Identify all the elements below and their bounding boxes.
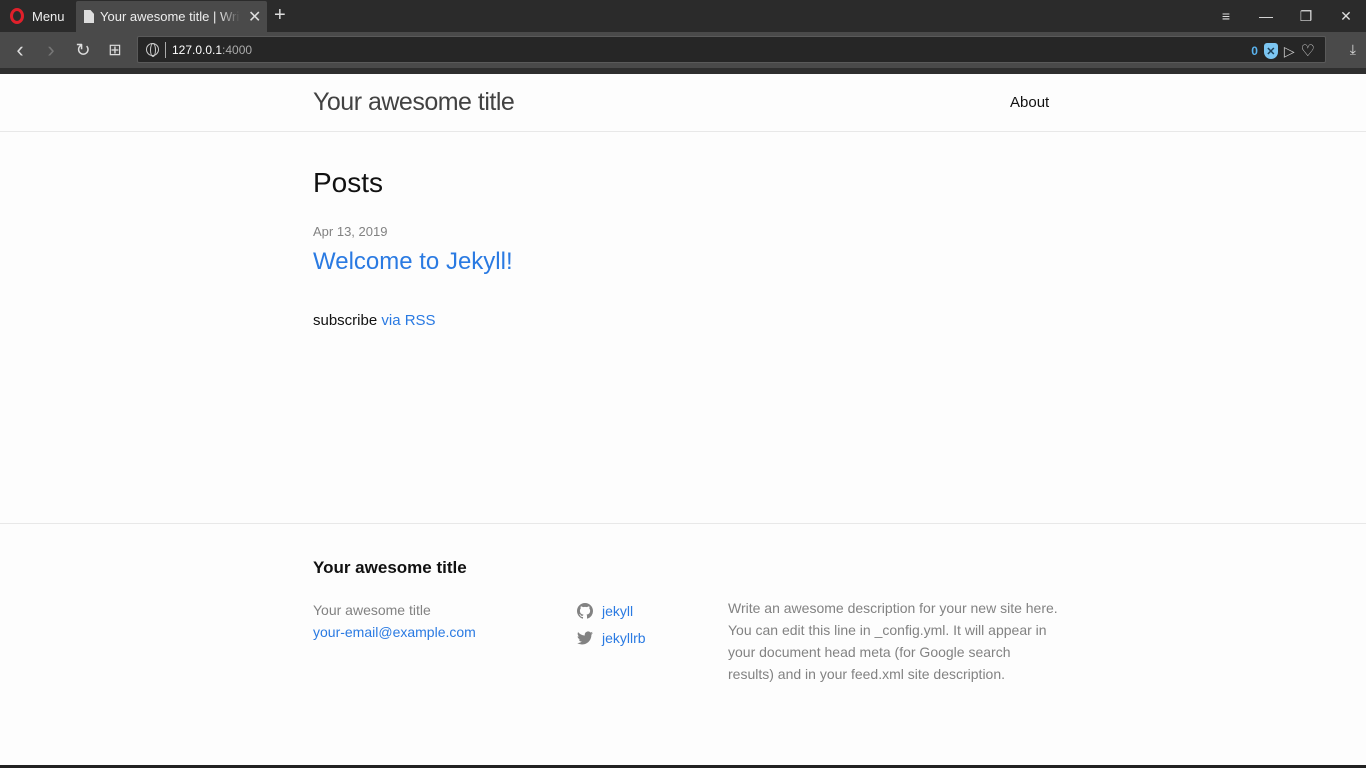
restore-button[interactable]: ❐ — [1286, 0, 1326, 32]
easy-setup-icon[interactable]: ≡ — [1206, 0, 1246, 32]
bookmark-heart-icon[interactable]: ♡ — [1301, 41, 1315, 61]
address-bar[interactable]: 127.0.0.1 :4000 0 ✕ ▷ ♡ — [137, 36, 1326, 63]
close-tab-icon[interactable]: ✕ — [248, 7, 261, 27]
address-separator — [165, 41, 166, 58]
footer-contact: Your awesome title your-email@example.co… — [313, 599, 476, 643]
send-icon[interactable]: ▷ — [1284, 43, 1295, 60]
browser-tab-active[interactable]: Your awesome title | Write an awesome de… — [76, 1, 267, 32]
menu-label: Menu — [32, 8, 65, 24]
minimize-button[interactable]: — — [1246, 0, 1286, 32]
footer-heading: Your awesome title — [313, 558, 467, 577]
back-button[interactable]: ‹ — [5, 32, 35, 68]
speed-dial-button[interactable]: ⊞ — [100, 32, 130, 68]
post-title-link[interactable]: Welcome to Jekyll! — [313, 248, 513, 276]
browser-tab-bar: Menu Your awesome title | Write an aweso… — [0, 0, 1366, 32]
social-item-github: jekyll — [577, 597, 646, 624]
blocked-count: 0 — [1251, 44, 1258, 58]
opera-logo-icon — [10, 8, 24, 24]
subscribe-line: subscribe via RSS — [313, 312, 436, 329]
post-date: Apr 13, 2019 — [313, 224, 388, 239]
footer-social: jekyll jekyllrb — [577, 597, 646, 651]
site-footer: Your awesome title Your awesome title yo… — [0, 523, 1366, 768]
url-port: :4000 — [222, 42, 253, 57]
github-icon — [577, 602, 593, 619]
posts-heading: Posts — [313, 167, 384, 198]
url-host: 127.0.0.1 — [172, 42, 223, 57]
site-header: Your awesome title About — [0, 74, 1366, 132]
opera-menu-button[interactable]: Menu — [0, 0, 74, 32]
nav-link-about[interactable]: About — [1010, 94, 1049, 111]
site-description: Write an awesome description for your ne… — [728, 600, 1058, 682]
browser-toolbar: ‹ › ↻ ⊞ 127.0.0.1 :4000 0 ✕ ▷ ♡ ⤓ — [0, 32, 1366, 68]
adblock-shield-icon[interactable]: ✕ — [1263, 43, 1278, 59]
footer-site-name: Your awesome title — [313, 602, 431, 618]
footer-email-link[interactable]: your-email@example.com — [313, 621, 476, 643]
twitter-icon — [577, 630, 593, 644]
globe-icon — [146, 43, 159, 57]
github-link[interactable]: jekyll — [602, 603, 633, 619]
site-title-link[interactable]: Your awesome title — [313, 88, 515, 117]
subscribe-text: subscribe — [313, 312, 382, 329]
tab-title: Your awesome title | Write an awesome de… — [100, 9, 240, 24]
forward-button[interactable]: › — [36, 32, 66, 68]
social-item-twitter: jekyllrb — [577, 624, 646, 651]
window-close-button[interactable]: ✕ — [1326, 0, 1366, 32]
new-tab-button[interactable]: + — [274, 4, 286, 27]
download-icon[interactable]: ⤓ — [1350, 41, 1356, 58]
document-icon — [84, 10, 94, 23]
twitter-link[interactable]: jekyllrb — [602, 630, 646, 646]
reload-button[interactable]: ↻ — [68, 32, 98, 68]
rss-link[interactable]: via RSS — [381, 312, 435, 329]
address-bar-actions: 0 ✕ ▷ ♡ — [1251, 41, 1315, 61]
